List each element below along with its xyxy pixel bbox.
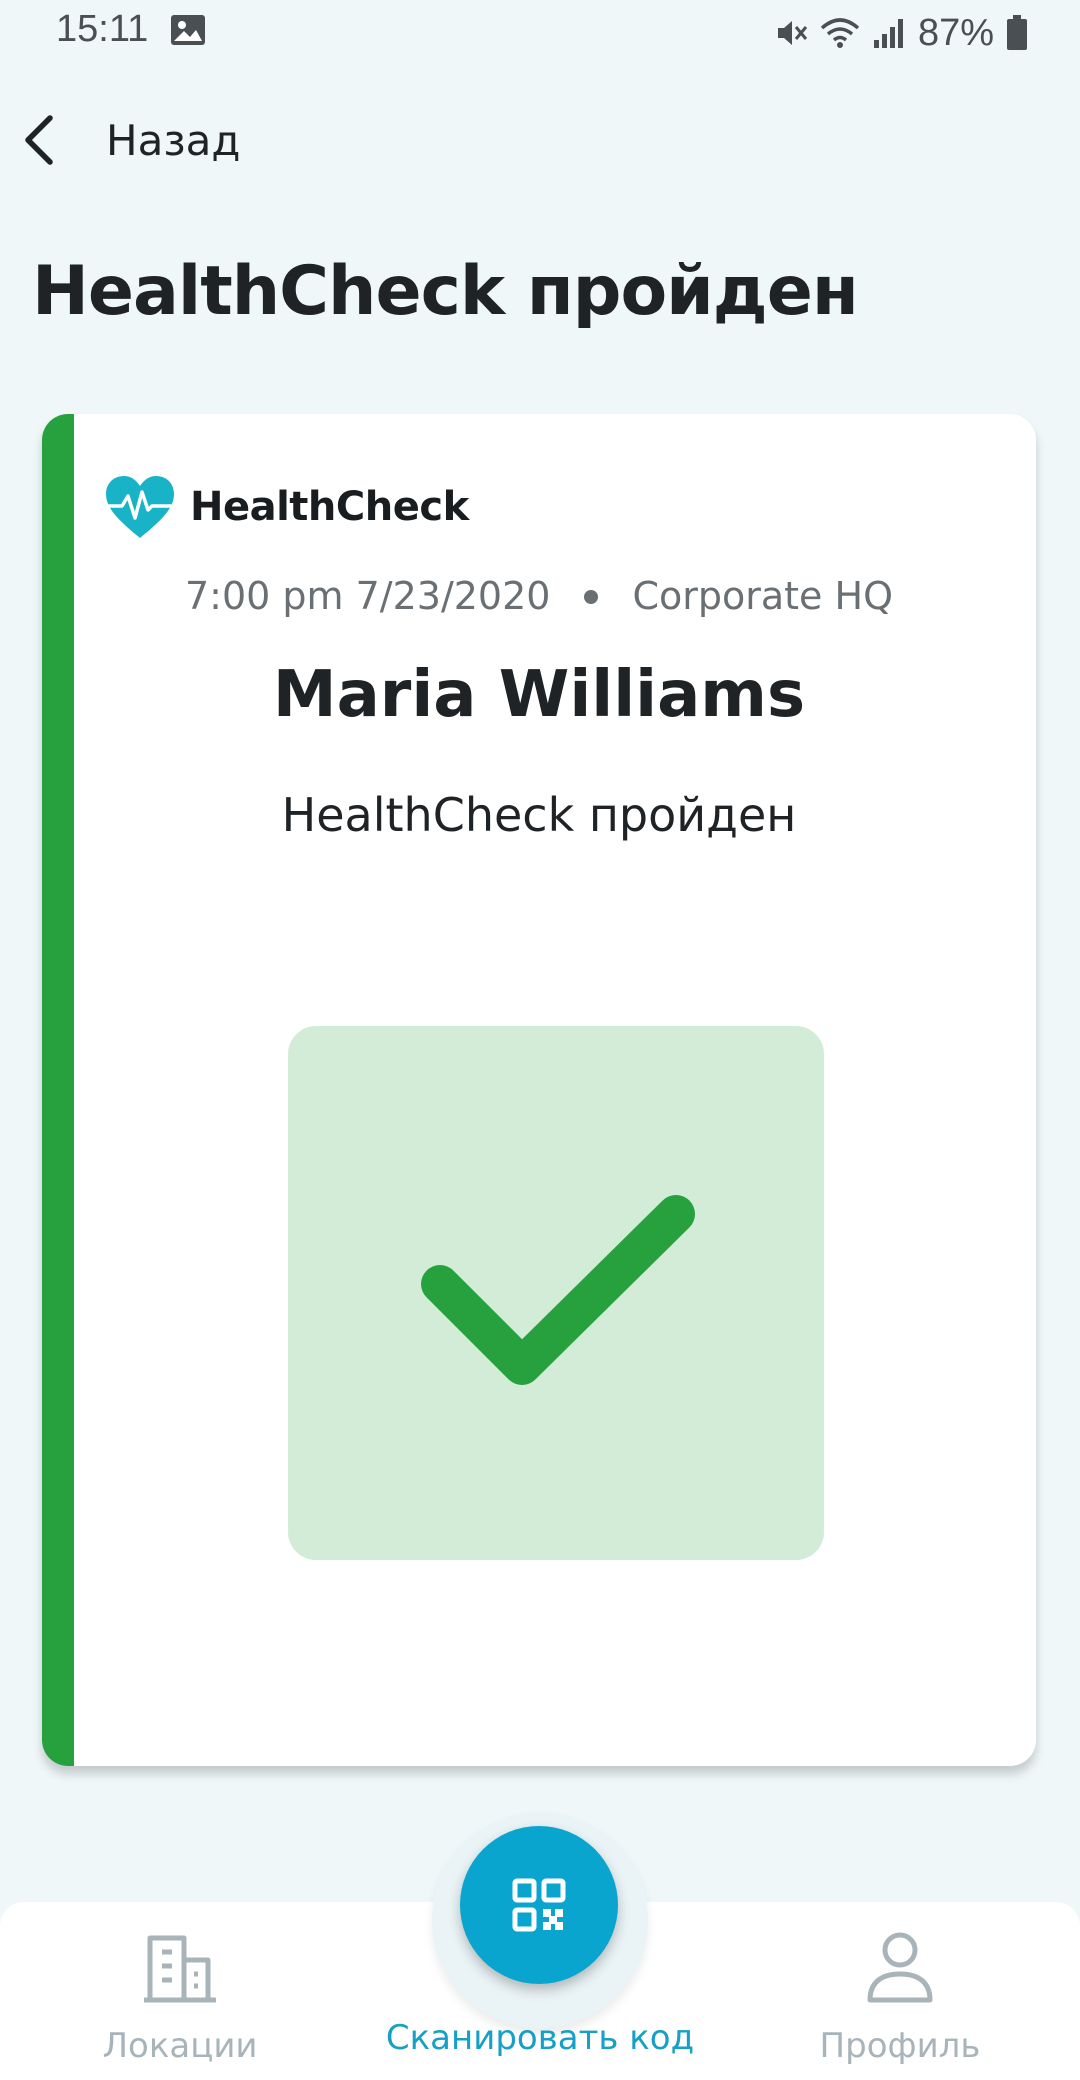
status-bar: 15:11 87% xyxy=(0,0,1080,66)
back-button[interactable]: Назад xyxy=(10,100,250,180)
wifi-icon xyxy=(820,18,860,48)
nav-label-locations: Локации xyxy=(102,2026,258,2066)
nav-label-scan-code: Сканировать код xyxy=(385,2018,695,2058)
brand-name: HealthCheck xyxy=(190,484,469,530)
scan-code-button[interactable] xyxy=(460,1826,618,1984)
image-icon xyxy=(171,15,205,45)
checkin-time: 7:00 pm 7/23/2020 xyxy=(184,574,551,618)
back-label: Назад xyxy=(106,115,241,165)
chevron-left-icon xyxy=(25,115,53,165)
nav-item-scan-code[interactable]: Сканировать код xyxy=(330,2000,750,2080)
nav-item-profile[interactable]: Профиль xyxy=(790,1930,1010,2080)
checkin-location: Corporate HQ xyxy=(632,574,893,618)
brand: HealthCheck xyxy=(104,474,469,540)
heart-pulse-icon xyxy=(104,476,176,538)
page-title: HealthCheck пройден xyxy=(32,252,859,331)
building-icon xyxy=(144,1935,216,2003)
person-icon xyxy=(867,1932,933,2003)
result-indicator xyxy=(288,1026,824,1560)
battery-percent: 87% xyxy=(917,11,994,54)
signal-icon xyxy=(873,19,903,48)
checkmark-icon xyxy=(421,1195,695,1385)
person-name: Maria Williams xyxy=(272,658,806,732)
separator-dot xyxy=(584,589,599,604)
nav-label-profile: Профиль xyxy=(819,2026,981,2066)
battery-icon xyxy=(1007,15,1027,50)
healthcheck-result-card: HealthCheck 7:00 pm 7/23/2020 Corporate H… xyxy=(42,414,1036,1766)
status-icons: 87% xyxy=(774,6,1028,60)
checkin-meta: 7:00 pm 7/23/2020 Corporate HQ xyxy=(42,574,1036,618)
mute-icon xyxy=(777,21,808,45)
status-time: 15:11 xyxy=(56,8,149,50)
nav-item-locations[interactable]: Локации xyxy=(70,1930,290,2080)
result-status: HealthCheck пройден xyxy=(281,788,797,842)
qr-code-icon xyxy=(512,1878,566,1932)
